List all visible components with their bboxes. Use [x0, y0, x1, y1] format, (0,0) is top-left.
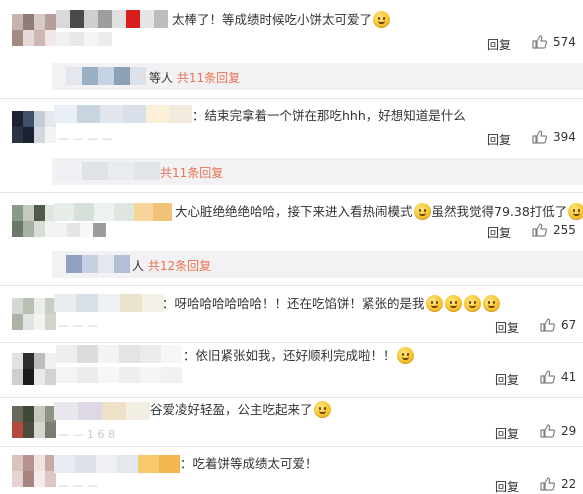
reply-button[interactable]: 回复 — [487, 131, 511, 148]
like-button[interactable]: 41 — [540, 370, 576, 384]
avatar[interactable] — [12, 455, 56, 487]
comment-item: — — — ：呀哈哈哈哈哈哈！！还在吃馅饼！紧张的是我 回复 67 — [0, 286, 583, 340]
smiley-emoji-icon — [463, 295, 481, 312]
username[interactable] — [54, 203, 172, 221]
comment-item: — — 1 6 8 谷爱凌好轻盈，公主吃起来了 回复 29 — [0, 398, 583, 444]
like-count: 22 — [561, 477, 577, 491]
comment-text: 大心脏绝绝绝哈哈，接下来进入看热闹模式 虽然我觉得79.38打低了 — [175, 203, 583, 221]
view-replies-link[interactable]: 共11条回复 — [177, 71, 240, 85]
reply-button[interactable]: 回复 — [487, 224, 511, 241]
like-count: 67 — [561, 318, 577, 332]
sub-reply-avatars — [56, 162, 160, 180]
comment-item: 太棒了！等成绩时候吃小饼太可爱了 回复 574 — [0, 0, 583, 62]
comment-text: 太棒了！等成绩时候吃小饼太可爱了 — [172, 11, 391, 29]
like-button[interactable]: 67 — [540, 318, 576, 332]
timestamp-blurred — [56, 32, 112, 46]
reply-button[interactable]: 回复 — [495, 371, 519, 388]
like-button[interactable]: 574 — [532, 35, 576, 49]
sub-reply-avatars — [66, 255, 130, 273]
thumbs-up-icon — [532, 35, 547, 49]
thumbs-up-icon — [540, 477, 555, 491]
avatar[interactable] — [12, 298, 56, 330]
smiley-emoji-icon — [373, 11, 391, 28]
smiley-emoji-icon — [482, 295, 500, 312]
like-count: 574 — [553, 35, 576, 49]
reply-button[interactable]: 回复 — [495, 478, 519, 494]
comment-text: ：依旧紧张如我，还好顺利完成啦！！ — [183, 347, 415, 365]
comment-text: ：呀哈哈哈哈哈哈！！还在吃馅饼！紧张的是我 — [162, 295, 501, 313]
username[interactable] — [56, 345, 182, 363]
comment-item: 大心脏绝绝绝哈哈，接下来进入看热闹模式 虽然我觉得79.38打低了 回复 255 — [0, 193, 583, 248]
like-button[interactable]: 394 — [532, 130, 576, 144]
like-count: 255 — [553, 223, 576, 237]
timestamp-blurred: — — — — [58, 319, 98, 332]
comment-item: — — — — ：结束完拿着一个饼在那吃hhh，好想知道是什么 回复 394 — [0, 99, 583, 154]
timestamp-blurred: — — — — — [58, 132, 113, 145]
thumbs-up-icon — [532, 223, 547, 237]
thumbs-up-icon — [540, 370, 555, 384]
avatar[interactable] — [12, 353, 56, 385]
thumbs-up-icon — [540, 318, 555, 332]
comment-text: ：吃着饼等成绩太可爱！ — [180, 456, 318, 471]
sub-reply-summary: 人 共12条回复 — [132, 259, 212, 273]
thumbs-up-emoji-icon — [396, 347, 414, 364]
username[interactable] — [56, 10, 168, 28]
like-button[interactable]: 29 — [540, 424, 576, 438]
like-button[interactable]: 22 — [540, 477, 576, 491]
comment-item: ：依旧紧张如我，还好顺利完成啦！！ 回复 41 — [0, 343, 583, 397]
like-button[interactable]: 255 — [532, 223, 576, 237]
reply-button[interactable]: 回复 — [495, 425, 519, 442]
comment-text: ：结束完拿着一个饼在那吃hhh，好想知道是什么 — [192, 108, 466, 123]
smiley-emoji-icon — [444, 295, 462, 312]
avatar[interactable] — [12, 205, 56, 237]
reply-button[interactable]: 回复 — [487, 36, 511, 53]
username[interactable] — [54, 402, 150, 420]
view-replies-link[interactable]: 共11条回复 — [160, 166, 223, 180]
comment-feed: 太棒了！等成绩时候吃小饼太可爱了 回复 574 等人 共11条回复 — — — … — [0, 0, 583, 494]
username[interactable] — [54, 105, 192, 123]
smiley-emoji-icon — [413, 203, 431, 220]
like-count: 41 — [561, 370, 577, 384]
smiley-emoji-icon — [313, 401, 331, 418]
view-replies-link[interactable]: 共12条回复 — [148, 259, 211, 273]
comment-item: — — — ：吃着饼等成绩太可爱！ 回复 22 — [0, 447, 583, 494]
sub-reply-summary: 共11条回复 — [160, 164, 223, 181]
smiley-emoji-icon — [568, 203, 583, 220]
thumbs-up-icon — [540, 424, 555, 438]
timestamp-blurred: — — — — [58, 479, 98, 492]
username[interactable] — [54, 294, 164, 312]
smiley-emoji-icon — [425, 295, 443, 312]
like-count: 29 — [561, 424, 577, 438]
avatar[interactable] — [12, 111, 56, 143]
timestamp-blurred: — — 1 6 8 — [58, 428, 115, 441]
avatar[interactable] — [12, 14, 56, 46]
comment-text: 谷爱凌好轻盈，公主吃起来了 — [150, 401, 332, 419]
thumbs-up-icon — [532, 130, 547, 144]
like-count: 394 — [553, 130, 576, 144]
reply-button[interactable]: 回复 — [495, 319, 519, 336]
timestamp-blurred — [56, 367, 182, 383]
avatar[interactable] — [12, 406, 56, 438]
timestamp-blurred — [54, 223, 106, 237]
sub-reply-avatars — [66, 67, 146, 85]
sub-reply-summary: 等人 共11条回复 — [149, 71, 241, 85]
username[interactable] — [54, 455, 180, 473]
